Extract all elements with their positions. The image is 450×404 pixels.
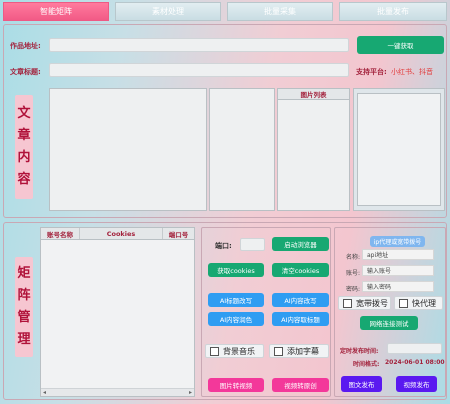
clear-cookies-button[interactable]: 清空cookies <box>272 263 329 277</box>
publish-video-button[interactable]: 视频发布 <box>396 376 437 392</box>
time-format-value: 2024-06-01 08:00 <box>385 359 445 366</box>
checkbox-box[interactable] <box>399 298 408 308</box>
checkbox-label: 宽带拨号 <box>356 298 388 308</box>
tab-material-processing[interactable]: 素材处理 <box>115 2 221 21</box>
extract-button[interactable]: 一键获取 <box>357 36 444 54</box>
article-section-label: 文 章 内 容 <box>15 95 33 199</box>
image-preview-frame <box>353 88 445 211</box>
port-label: 端口: <box>215 242 232 250</box>
platform-list: 小红书、抖音 <box>391 68 433 76</box>
proxy-name-label: 名称: <box>346 254 361 261</box>
time-format-label: 时间格式: <box>353 361 380 368</box>
section-char: 管 <box>17 310 31 325</box>
title-label: 文章标题: <box>10 68 41 76</box>
image-to-video-button[interactable]: 图片转视频 <box>208 378 264 392</box>
content-textarea[interactable] <box>49 88 207 211</box>
ai-title-rewrite-button[interactable]: AI标题改写 <box>208 293 264 307</box>
controls-group: 端口: 启动浏览器 获取cookies 清空cookies AI标题改写 AI内… <box>201 227 331 397</box>
proxy-account-input[interactable]: 输入账号 <box>362 265 434 276</box>
checkbox-label: 添加字幕 <box>287 346 319 356</box>
get-cookies-button[interactable]: 获取cookies <box>208 263 264 277</box>
schedule-input[interactable] <box>387 343 442 354</box>
start-browser-button[interactable]: 启动浏览器 <box>272 237 329 251</box>
test-network-button[interactable]: 网络连接测试 <box>360 316 418 330</box>
scroll-left-icon[interactable]: ◂ <box>43 389 46 396</box>
url-label: 作品地址: <box>10 42 41 50</box>
add-subtitles-checkbox[interactable]: 添加字幕 <box>269 344 329 358</box>
checkbox-box[interactable] <box>343 298 352 308</box>
proxy-title: ip代理或宽带拨号 <box>370 236 425 247</box>
url-input[interactable] <box>49 38 349 52</box>
section-char: 文 <box>17 106 31 121</box>
ai-content-polish-button[interactable]: AI内容润色 <box>208 312 264 326</box>
tab-batch-collect[interactable]: 批量采集 <box>227 2 333 21</box>
broadband-dial-checkbox[interactable]: 宽带拨号 <box>338 296 391 310</box>
image-preview <box>357 93 441 206</box>
table-header: 账号名称 Cookies 端口号 <box>41 228 194 240</box>
title-input[interactable] <box>49 63 349 77</box>
background-music-checkbox[interactable]: 背景音乐 <box>205 344 264 358</box>
proxy-password-label: 密码: <box>346 286 361 293</box>
section-char: 容 <box>17 172 31 187</box>
fast-proxy-checkbox[interactable]: 快代理 <box>394 296 443 310</box>
platform-label: 支持平台: <box>356 68 387 76</box>
port-input[interactable] <box>240 238 265 251</box>
column-header-cookies[interactable]: Cookies <box>80 228 163 239</box>
column-header-port[interactable]: 端口号 <box>163 228 194 239</box>
column-header-account[interactable]: 账号名称 <box>41 228 80 239</box>
proxy-password-input[interactable]: 输入密码 <box>362 281 434 292</box>
account-table: 账号名称 Cookies 端口号 ◂ ▸ <box>40 227 195 397</box>
horizontal-scrollbar[interactable]: ◂ ▸ <box>41 388 194 396</box>
tab-smart-matrix[interactable]: 智能矩阵 <box>3 2 109 21</box>
section-char: 矩 <box>17 266 31 281</box>
checkbox-label: 背景音乐 <box>223 346 255 356</box>
ai-content-rewrite-button[interactable]: AI内容改写 <box>272 293 329 307</box>
tags-textarea[interactable] <box>209 88 275 211</box>
section-char: 阵 <box>17 288 31 303</box>
matrix-section-label: 矩 阵 管 理 <box>15 257 33 357</box>
proxy-name-input[interactable]: api地址 <box>362 249 434 260</box>
section-char: 内 <box>17 150 31 165</box>
schedule-label: 定时发布时间: <box>340 348 379 355</box>
checkbox-box[interactable] <box>210 346 219 356</box>
checkbox-box[interactable] <box>274 346 283 356</box>
article-panel: 作品地址: 一键获取 文章标题: 支持平台: 小红书、抖音 文 章 内 容 图片… <box>3 24 447 218</box>
ai-content-tags-button[interactable]: AI内容取标题 <box>272 312 329 326</box>
checkbox-label: 快代理 <box>412 298 436 308</box>
video-to-image-button[interactable]: 视频转原创 <box>272 378 329 392</box>
matrix-panel: 矩 阵 管 理 账号名称 Cookies 端口号 ◂ ▸ 端口: 启动浏览器 获… <box>3 222 447 400</box>
schedule-row: 定时发布时间: <box>338 342 442 356</box>
proxy-group: ip代理或宽带拨号 名称: api地址 账号: 输入账号 密码: 输入密码 宽带… <box>334 227 446 397</box>
section-char: 章 <box>17 128 31 143</box>
tab-batch-publish[interactable]: 批量发布 <box>339 2 447 21</box>
proxy-account-label: 账号: <box>346 270 361 277</box>
image-list-header: 图片列表 <box>278 89 349 100</box>
publish-image-text-button[interactable]: 图文发布 <box>341 376 382 392</box>
section-char: 理 <box>17 332 31 347</box>
image-list[interactable]: 图片列表 <box>277 88 350 211</box>
scroll-right-icon[interactable]: ▸ <box>189 389 192 396</box>
